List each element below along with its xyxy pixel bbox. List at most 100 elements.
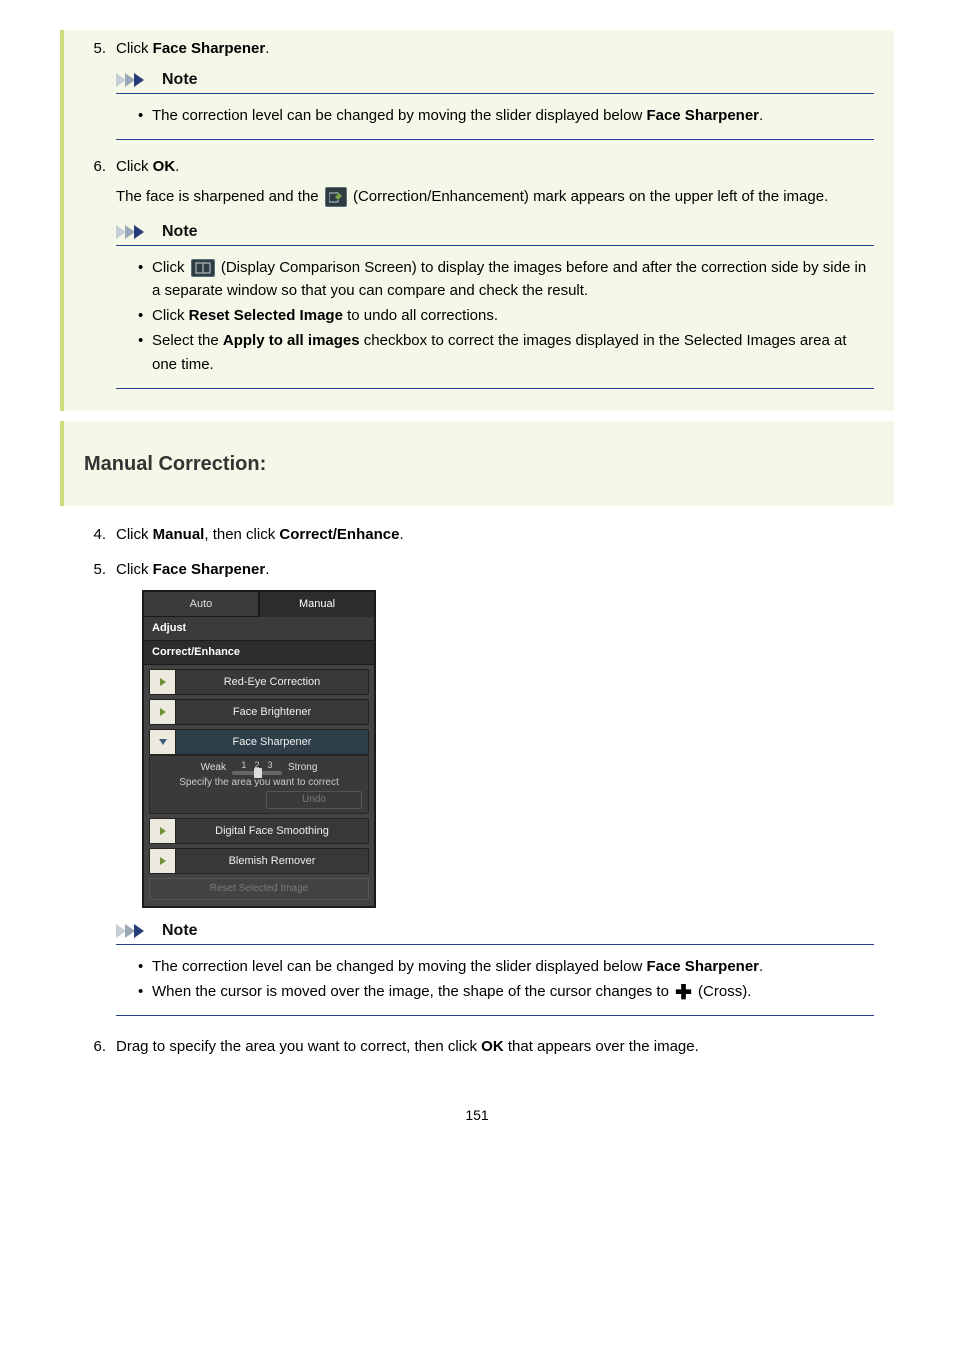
- step-number: 5.: [84, 40, 110, 140]
- row-label: Face Sharpener: [176, 736, 368, 748]
- text: (Cross).: [694, 983, 752, 1000]
- text: Drag to specify the area you want to cor…: [116, 1038, 481, 1055]
- text: The face is sharpened and the: [116, 188, 323, 205]
- text: , then click: [204, 526, 279, 543]
- step-paragraph: The face is sharpened and the (Correctio…: [110, 185, 874, 208]
- expand-icon: [150, 819, 176, 843]
- section-title: Manual Correction:: [84, 453, 874, 476]
- note-arrows-icon: [116, 73, 156, 87]
- note-block: Note • Click (Displa: [116, 223, 874, 389]
- text: Click: [116, 40, 153, 57]
- bullet: •: [138, 256, 152, 303]
- text: .: [265, 561, 269, 578]
- step-text: Drag to specify the area you want to cor…: [110, 1038, 874, 1055]
- tab-manual[interactable]: Manual: [259, 591, 375, 617]
- text: to undo all corrections.: [343, 307, 498, 324]
- text: The correction level can be changed by m…: [152, 107, 646, 124]
- text: .: [175, 158, 179, 175]
- section-header-bar: Manual Correction:: [60, 421, 894, 506]
- note-item: • The correction level can be changed by…: [138, 955, 870, 978]
- text-bold: OK: [481, 1038, 504, 1055]
- row-label: Red-Eye Correction: [176, 676, 368, 688]
- text-bold: Face Sharpener: [153, 40, 266, 57]
- reset-selected-image-button[interactable]: Reset Selected Image: [149, 878, 369, 900]
- page: 5. Click Face Sharpener. Note: [0, 0, 954, 1163]
- text: The correction level can be changed by m…: [152, 958, 646, 975]
- text-bold: Correct/Enhance: [279, 526, 399, 543]
- subtab-label: Correct/Enhance: [152, 646, 240, 658]
- row-blemish-remover[interactable]: Blemish Remover: [149, 848, 369, 874]
- step-6: 6. Click OK. The face is sharpened and t…: [84, 158, 874, 389]
- bullet: •: [138, 329, 152, 376]
- step-number: 4.: [84, 526, 110, 543]
- button-label: Reset Selected Image: [210, 883, 308, 894]
- row-red-eye[interactable]: Red-Eye Correction: [149, 669, 369, 695]
- panel-tabs: Auto Manual: [143, 591, 375, 617]
- tick: 1: [241, 760, 246, 770]
- text: (Display Comparison Screen) to display t…: [152, 259, 866, 299]
- note-header: Note: [116, 71, 874, 94]
- note-title: Note: [162, 71, 198, 89]
- note-item: • When the cursor is moved over the imag…: [138, 980, 870, 1003]
- tab-auto[interactable]: Auto: [143, 591, 259, 617]
- row-label: Blemish Remover: [176, 855, 368, 867]
- row-digital-face-smoothing[interactable]: Digital Face Smoothing: [149, 818, 369, 844]
- text: that appears over the image.: [504, 1038, 699, 1055]
- panel-list: Red-Eye Correction Face Brightener Face …: [143, 665, 375, 907]
- text-bold: Reset Selected Image: [189, 307, 343, 324]
- manual-correction-steps: 4. Click Manual, then click Correct/Enha…: [60, 516, 894, 1078]
- text-bold: OK: [153, 158, 176, 175]
- step-4: 4. Click Manual, then click Correct/Enha…: [84, 526, 874, 543]
- button-label: Undo: [302, 794, 326, 805]
- slider-weak-label: Weak: [201, 762, 226, 773]
- bullet: •: [138, 955, 152, 978]
- note-item: • Click (Display Comparison Screen) to d…: [138, 256, 870, 303]
- text: .: [759, 107, 763, 124]
- note-arrows-icon: [116, 225, 156, 239]
- bullet: •: [138, 980, 152, 1003]
- bullet: •: [138, 304, 152, 327]
- undo-button[interactable]: Undo: [266, 791, 362, 809]
- auto-correction-continuation: 5. Click Face Sharpener. Note: [60, 30, 894, 411]
- subtab-adjust[interactable]: Adjust: [143, 617, 375, 641]
- display-comparison-icon: [191, 259, 215, 277]
- text: Click: [116, 561, 153, 578]
- row-face-sharpener[interactable]: Face Sharpener: [149, 729, 369, 755]
- text: Select the: [152, 332, 223, 349]
- note-body: • The correction level can be changed by…: [116, 104, 874, 140]
- sharpener-controls: Weak 1 2 3 Strong: [149, 755, 369, 814]
- note-body: • Click (Display Comparison Screen) to d…: [116, 256, 874, 389]
- bullet: •: [138, 104, 152, 127]
- slider-thumb[interactable]: [254, 768, 262, 778]
- step-text: Click Face Sharpener.: [110, 561, 874, 578]
- text: Click: [152, 307, 189, 324]
- step-number: 6.: [84, 1038, 110, 1055]
- note-block: Note • The correction level can be chang…: [116, 922, 874, 1017]
- page-number: 151: [60, 1107, 894, 1123]
- step-6: 6. Drag to specify the area you want to …: [84, 1038, 874, 1055]
- slider[interactable]: 1 2 3: [232, 760, 282, 775]
- step-text: Click Face Sharpener.: [110, 40, 874, 57]
- row-face-brightener[interactable]: Face Brightener: [149, 699, 369, 725]
- expand-icon: [150, 670, 176, 694]
- text-bold: Apply to all images: [223, 332, 360, 349]
- note-header: Note: [116, 223, 874, 246]
- text-bold: Manual: [153, 526, 205, 543]
- text: When the cursor is moved over the image,…: [152, 983, 673, 1000]
- step-number: 6.: [84, 158, 110, 389]
- tab-label: Auto: [190, 598, 213, 610]
- text-bold: Face Sharpener: [153, 561, 266, 578]
- note-arrows-icon: [116, 924, 156, 938]
- subtab-correct-enhance[interactable]: Correct/Enhance: [143, 641, 375, 665]
- correct-enhance-panel: Auto Manual Adjust Correct/Enhance Red-E…: [142, 590, 376, 908]
- text-bold: Face Sharpener: [646, 107, 759, 124]
- row-label: Face Brightener: [176, 706, 368, 718]
- step-5: 5. Click Face Sharpener. Auto Manual Adj…: [84, 561, 874, 1017]
- text-bold: Face Sharpener: [646, 958, 759, 975]
- note-item: • The correction level can be changed by…: [138, 104, 870, 127]
- text: .: [265, 40, 269, 57]
- step-text: Click OK.: [110, 158, 874, 175]
- note-block: Note • The correction level can be chang…: [116, 71, 874, 140]
- step-text: Click Manual, then click Correct/Enhance…: [110, 526, 874, 543]
- text: .: [399, 526, 403, 543]
